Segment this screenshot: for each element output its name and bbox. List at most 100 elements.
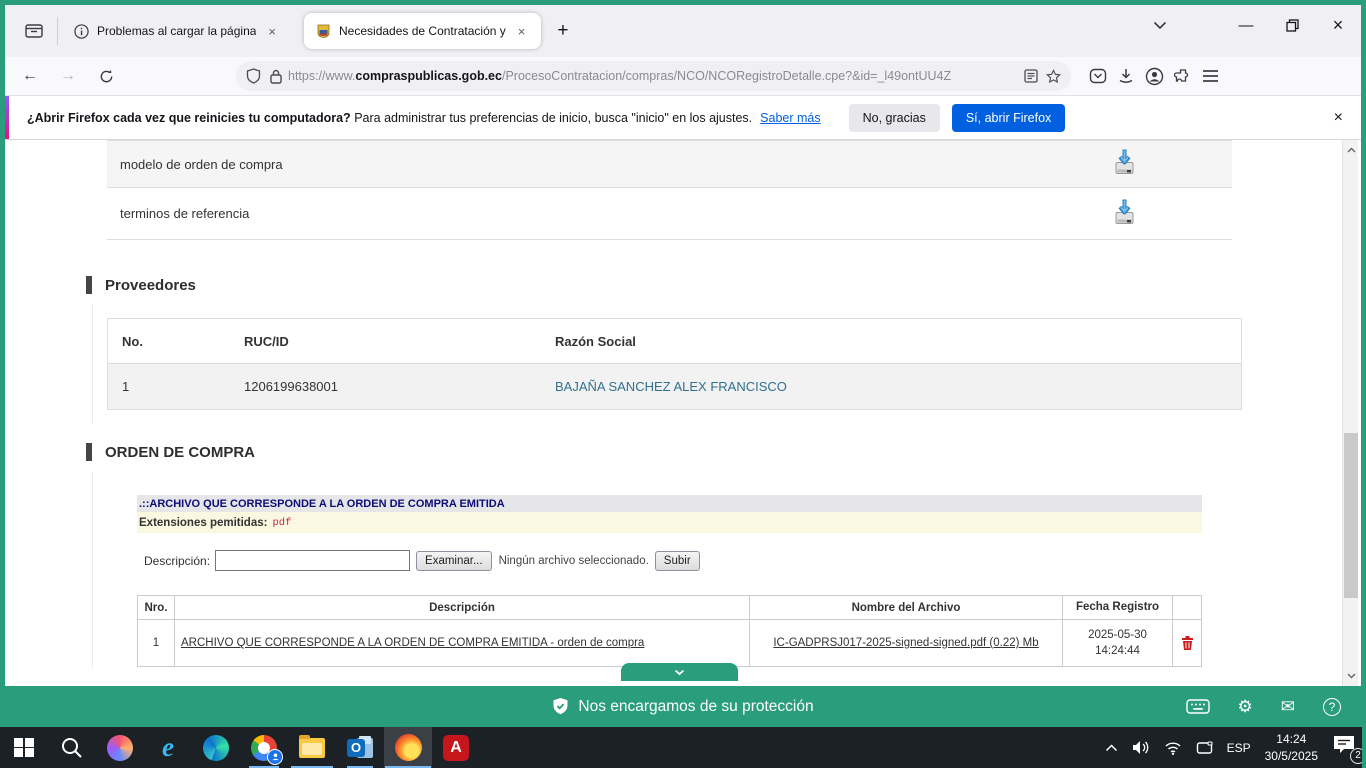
keyboard-icon[interactable] [1186, 699, 1210, 714]
taskbar-search-button[interactable] [48, 727, 96, 768]
taskbar-edge-button[interactable] [192, 727, 240, 768]
extensions-bar: Extensiones pemitidas: pdf [137, 512, 1202, 533]
language-indicator[interactable]: ESP [1227, 741, 1251, 755]
shield-permissions-icon[interactable] [246, 68, 261, 84]
scroll-down-icon[interactable] [1343, 668, 1359, 684]
saber-mas-link[interactable]: Saber más [760, 111, 820, 125]
documents-table: modelo de orden de compra terminos de re… [107, 140, 1232, 240]
file-row: 1 ARCHIVO QUE CORRESPONDE A LA ORDEN DE … [138, 620, 1201, 666]
windows-logo-icon [14, 738, 34, 758]
scrollbar-thumb[interactable] [1344, 433, 1358, 598]
shield-check-icon [552, 697, 569, 716]
clock[interactable]: 14:2430/5/2025 [1265, 731, 1318, 763]
url-text: https://www.compraspublicas.gob.ec/Proce… [288, 69, 1018, 83]
no-gracias-button[interactable]: No, gracias [849, 104, 940, 132]
tab-strip: Problemas al cargar la página × Necesida… [5, 5, 1361, 57]
tab-label: Problemas al cargar la página [97, 24, 256, 38]
settings-gear-icon[interactable]: ⚙ [1238, 697, 1253, 717]
examinar-button[interactable]: Examinar... [416, 551, 492, 571]
header-actions [1173, 596, 1201, 619]
file-name-link[interactable]: IC-GADPRSJ017-2025-signed-signed.pdf (0.… [773, 637, 1038, 649]
taskbar-chrome-button[interactable] [240, 727, 288, 768]
url-bar[interactable]: https://www.compraspublicas.gob.ec/Proce… [236, 61, 1071, 91]
page-scrollbar[interactable] [1342, 140, 1358, 686]
files-header-row: Nro. Descripción Nombre del Archivo Fech… [138, 596, 1201, 620]
tab-problemas[interactable]: Problemas al cargar la página × [64, 13, 290, 49]
firefox-icon [395, 734, 422, 761]
edge-icon [203, 735, 229, 761]
lock-icon[interactable] [270, 69, 282, 84]
notification-close-icon[interactable]: × [1334, 109, 1343, 127]
protection-collapse-tab[interactable] [621, 663, 738, 681]
download-file-icon[interactable] [1112, 149, 1137, 180]
hamburger-menu-icon[interactable] [1202, 69, 1219, 83]
new-tab-button[interactable]: + [547, 18, 578, 44]
file-explorer-icon [299, 738, 325, 758]
extensions-label: Extensiones pemitidas: [139, 517, 267, 529]
minimize-button[interactable]: — [1223, 5, 1269, 45]
meet-now-icon[interactable] [1196, 741, 1213, 755]
wifi-icon[interactable] [1164, 741, 1182, 755]
close-window-button[interactable]: × [1315, 5, 1361, 45]
account-icon[interactable] [1145, 67, 1164, 86]
proveedor-link[interactable]: BAJAÑA SANCHEZ ALEX FRANCISCO [555, 379, 787, 394]
trash-icon [1181, 635, 1194, 651]
pocket-icon[interactable] [1089, 67, 1107, 85]
taskbar-explorer-button[interactable] [288, 727, 336, 768]
taskbar-copilot-button[interactable] [96, 727, 144, 768]
header-razon: Razón Social [542, 334, 1241, 349]
proveedores-table: No. RUC/ID Razón Social 1 1206199638001 … [107, 318, 1242, 410]
back-button[interactable]: ← [15, 62, 45, 90]
proveedores-header-row: No. RUC/ID Razón Social [108, 319, 1241, 364]
reader-mode-icon[interactable] [1024, 69, 1038, 83]
firefox-view-button[interactable] [17, 14, 51, 48]
search-icon [60, 736, 84, 760]
taskbar-outlook-button[interactable]: O [336, 727, 384, 768]
header-nro: Nro. [138, 596, 175, 619]
copilot-icon [107, 735, 133, 761]
startup-notification-bar: ¿Abrir Firefox cada vez que reinicies tu… [5, 96, 1361, 140]
volume-icon[interactable] [1132, 740, 1150, 755]
acrobat-icon: A [443, 735, 469, 761]
descripcion-input[interactable] [215, 550, 410, 571]
tab-necesidades[interactable]: Necesidades de Contratación y × [304, 13, 541, 49]
download-file-icon[interactable] [1112, 198, 1137, 229]
subir-button[interactable]: Subir [655, 551, 700, 571]
downloads-icon[interactable] [1117, 67, 1135, 85]
mail-icon[interactable]: ✉ [1281, 697, 1295, 717]
restore-button[interactable] [1269, 5, 1315, 45]
file-description-link[interactable]: ARCHIVO QUE CORRESPONDE A LA ORDEN DE CO… [181, 637, 644, 649]
tab-close-icon[interactable]: × [264, 22, 280, 41]
reload-button[interactable] [91, 62, 121, 90]
extensions-value: pdf [272, 517, 291, 529]
bookmark-star-icon[interactable] [1046, 69, 1061, 84]
protection-text: Nos encargamos de su protección [578, 698, 813, 716]
header-nombre-archivo: Nombre del Archivo [750, 596, 1063, 619]
descripcion-label: Descripción: [144, 554, 210, 568]
notification-text: ¿Abrir Firefox cada vez que reinicies tu… [27, 111, 752, 125]
list-all-tabs-icon[interactable] [1153, 21, 1167, 30]
chrome-profile-badge [267, 749, 283, 765]
help-icon[interactable]: ? [1323, 698, 1341, 716]
delete-file-button[interactable] [1173, 620, 1201, 666]
tray-expand-icon[interactable] [1105, 744, 1118, 752]
forward-button[interactable]: → [53, 62, 83, 90]
chrome-icon [251, 735, 277, 761]
taskbar-firefox-button[interactable] [384, 727, 432, 768]
proveedores-title: Proveedores [105, 277, 196, 294]
start-button[interactable] [0, 727, 48, 768]
taskbar-ie-button[interactable]: e [144, 727, 192, 768]
notification-center-button[interactable]: 2 [1332, 734, 1362, 762]
proveedor-row: 1 1206199638001 BAJAÑA SANCHEZ ALEX FRAN… [108, 364, 1241, 409]
taskbar-acrobat-button[interactable]: A [432, 727, 480, 768]
header-descripcion: Descripción [175, 596, 750, 619]
tab-close-icon[interactable]: × [514, 22, 530, 41]
extensions-puzzle-icon[interactable] [1174, 67, 1192, 85]
scroll-up-icon[interactable] [1343, 142, 1359, 158]
info-icon [74, 24, 89, 39]
no-file-text: Ningún archivo seleccionado. [499, 555, 649, 567]
firefox-view-icon [25, 23, 43, 39]
page-content: modelo de orden de compra terminos de re… [5, 140, 1361, 686]
si-abrir-firefox-button[interactable]: Sí, abrir Firefox [952, 104, 1065, 132]
internet-explorer-icon: e [162, 732, 174, 763]
